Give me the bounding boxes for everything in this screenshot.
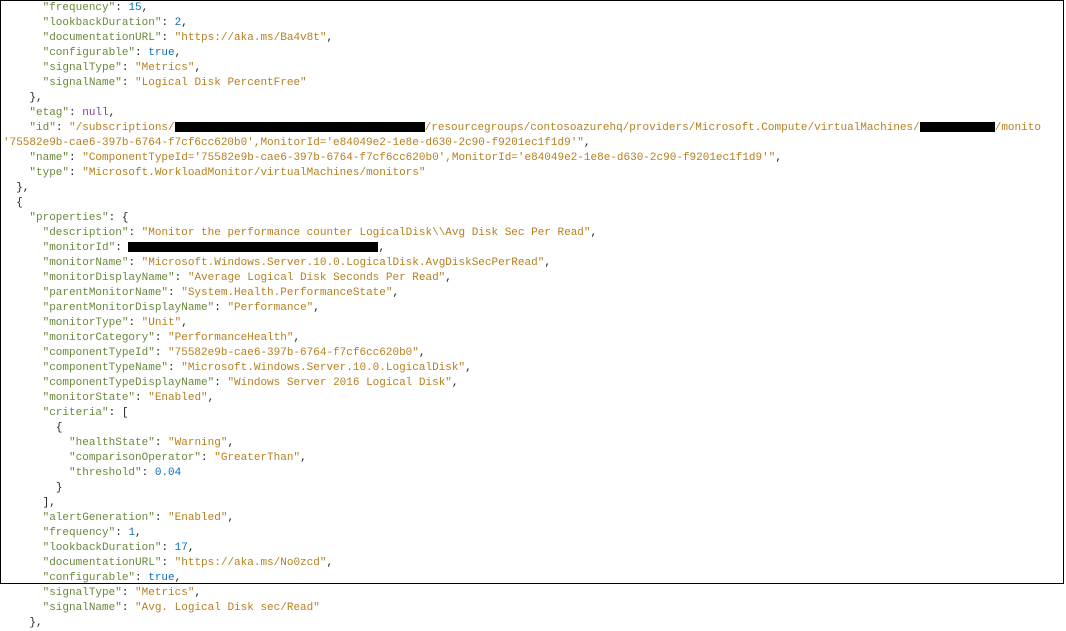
json-key: "parentMonitorName"	[43, 287, 168, 299]
json-key: "configurable"	[43, 572, 135, 584]
json-key: "threshold"	[69, 467, 142, 479]
json-string: "PerformanceHealth"	[168, 332, 293, 344]
redacted-block	[920, 122, 995, 132]
json-key: "monitorDisplayName"	[43, 272, 175, 284]
json-key: "signalType"	[43, 62, 122, 74]
json-key: "monitorState"	[43, 392, 135, 404]
json-key: "configurable"	[43, 47, 135, 59]
json-string: "System.Health.PerformanceState"	[181, 287, 392, 299]
json-key: "signalName"	[43, 602, 122, 614]
json-key: "signalType"	[43, 587, 122, 599]
json-string: "Avg. Logical Disk sec/Read"	[135, 602, 320, 614]
json-null: null	[82, 107, 108, 119]
json-string: "Enabled"	[148, 392, 207, 404]
redacted-block	[175, 122, 425, 132]
json-string: '75582e9b-cae6-397b-6764-f7cf6cc620b0',M…	[3, 137, 584, 149]
json-key: "monitorCategory"	[43, 332, 155, 344]
json-key: "lookbackDuration"	[43, 542, 162, 554]
json-key: "lookbackDuration"	[43, 17, 162, 29]
json-string: "Enabled"	[168, 512, 227, 524]
json-key: "id"	[29, 122, 55, 134]
json-key: "properties"	[29, 212, 108, 224]
json-number: 17	[175, 542, 188, 554]
json-string: "GreaterThan"	[214, 452, 300, 464]
redacted-block	[128, 242, 378, 252]
json-bool: true	[148, 572, 174, 584]
json-string: "Microsoft.Windows.Server.10.0.LogicalDi…	[181, 362, 465, 374]
json-string: "Performance"	[227, 302, 313, 314]
json-string: "Metrics"	[135, 62, 194, 74]
json-string: "Microsoft.WorkloadMonitor/virtualMachin…	[82, 167, 425, 179]
json-key: "criteria"	[43, 407, 109, 419]
json-number: 15	[128, 2, 141, 14]
json-string: "Logical Disk PercentFree"	[135, 77, 307, 89]
json-key: "monitorType"	[43, 317, 129, 329]
json-key: "type"	[29, 167, 69, 179]
json-string: "Monitor the performance counter Logical…	[142, 227, 591, 239]
json-string: "https://aka.ms/Ba4v8t"	[175, 32, 327, 44]
json-string: "Warning"	[168, 437, 227, 449]
json-key: "comparisonOperator"	[69, 452, 201, 464]
json-string: "Microsoft.Windows.Server.10.0.LogicalDi…	[142, 257, 545, 269]
json-string: "75582e9b-cae6-397b-6764-f7cf6cc620b0"	[168, 347, 419, 359]
json-key: "frequency"	[43, 527, 116, 539]
json-key: "componentTypeDisplayName"	[43, 377, 215, 389]
json-string: "https://aka.ms/No0zcd"	[175, 557, 327, 569]
json-string: "Unit"	[142, 317, 182, 329]
json-key: "signalName"	[43, 77, 122, 89]
json-string: "Average Logical Disk Seconds Per Read"	[188, 272, 445, 284]
json-number: 0.04	[155, 467, 181, 479]
json-string: "/subscriptions/	[69, 122, 175, 134]
json-string: "Metrics"	[135, 587, 194, 599]
json-string: "ComponentTypeId='75582e9b-cae6-397b-676…	[82, 152, 775, 164]
json-key: "documentationURL"	[43, 557, 162, 569]
json-key: "name"	[29, 152, 69, 164]
json-key: "monitorId"	[43, 242, 116, 254]
json-string: /monito	[995, 122, 1041, 134]
json-key: "componentTypeId"	[43, 347, 155, 359]
json-string: "Windows Server 2016 Logical Disk"	[227, 377, 451, 389]
json-string: /resourcegroups/contosoazurehq/providers…	[425, 122, 920, 134]
json-code-block: "frequency": 15, "lookbackDuration": 2, …	[1, 1, 1063, 631]
json-key: "etag"	[29, 107, 69, 119]
json-key: "documentationURL"	[43, 32, 162, 44]
json-key: "healthState"	[69, 437, 155, 449]
json-key: "componentTypeName"	[43, 362, 168, 374]
json-key: "frequency"	[43, 2, 116, 14]
json-key: "parentMonitorDisplayName"	[43, 302, 215, 314]
json-key: "monitorName"	[43, 257, 129, 269]
json-bool: true	[148, 47, 174, 59]
json-key: "alertGeneration"	[43, 512, 155, 524]
json-key: "description"	[43, 227, 129, 239]
